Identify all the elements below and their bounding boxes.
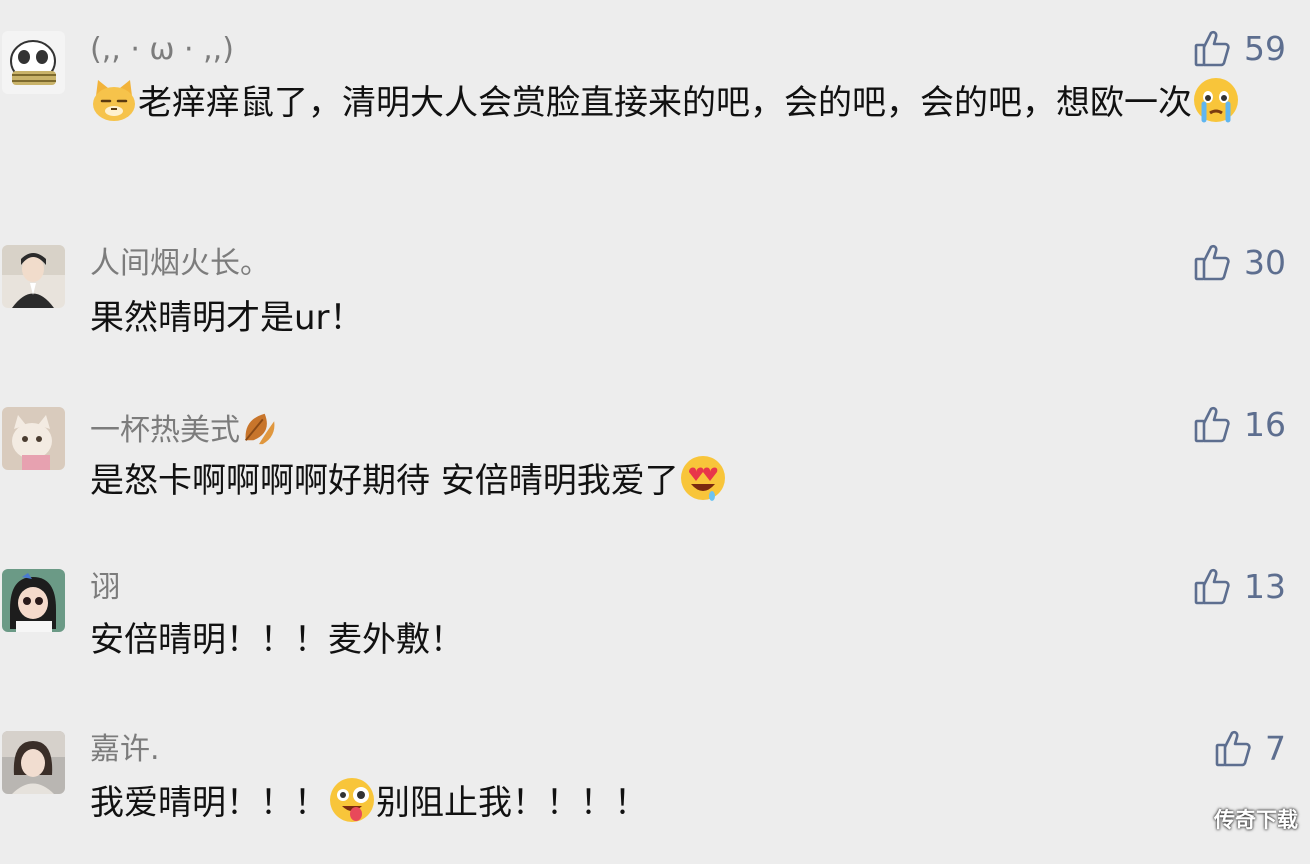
- thumbs-up-icon: [1194, 406, 1230, 443]
- thumbs-up-icon: [1194, 30, 1230, 67]
- zany-face-emoji: [328, 776, 376, 824]
- comment-text: 安倍晴明！！！麦外敷！: [90, 620, 464, 660]
- avatar[interactable]: [2, 569, 65, 632]
- like-button[interactable]: 16: [1194, 404, 1286, 444]
- avatar[interactable]: [2, 245, 65, 308]
- comment-text: 果然晴明才是ur！: [90, 298, 364, 338]
- comment-text: 是怒卡啊啊啊啊好期待 安倍晴明我爱了: [90, 454, 1270, 507]
- like-count: 59: [1244, 28, 1286, 68]
- username[interactable]: 一杯热美式: [90, 408, 278, 449]
- comment-text-content: 是怒卡啊啊啊啊好期待 安倍晴明我爱了: [90, 461, 679, 501]
- thumbs-up-icon: [1215, 730, 1251, 767]
- like-button[interactable]: 13: [1194, 566, 1286, 606]
- username[interactable]: 嘉许.: [90, 732, 160, 768]
- like-button[interactable]: 30: [1194, 242, 1286, 282]
- username-text: 一杯热美式: [90, 413, 240, 448]
- cat-face-emoji: [90, 76, 138, 124]
- avatar[interactable]: [2, 731, 65, 794]
- like-button[interactable]: 59: [1194, 28, 1286, 68]
- comment-text-content: 老痒痒鼠了，清明大人会赏脸直接来的吧，会的吧，会的吧，想欧一次: [138, 83, 1192, 123]
- comment-text-content: 我爱晴明！！！: [90, 783, 328, 823]
- comment-text: 我爱晴明！！！ 别阻止我！！！！: [90, 776, 1270, 829]
- avatar[interactable]: [2, 31, 65, 94]
- username[interactable]: 人间烟火长。: [90, 246, 270, 282]
- like-count: 30: [1244, 242, 1286, 282]
- heart-eyes-emoji: [679, 454, 727, 502]
- username[interactable]: 诩: [90, 570, 120, 606]
- comment-text: 老痒痒鼠了，清明大人会赏脸直接来的吧，会的吧，会的吧，想欧一次: [90, 76, 1270, 129]
- fallen-leaf-emoji: [240, 408, 278, 446]
- avatar[interactable]: [2, 407, 65, 470]
- like-count: 13: [1244, 566, 1286, 606]
- comment-text-content: 别阻止我！！！！: [376, 783, 648, 823]
- thumbs-up-icon: [1194, 244, 1230, 281]
- like-count: 7: [1265, 728, 1286, 768]
- watermark: 传奇下载: [1214, 808, 1298, 832]
- username[interactable]: (,, · ω · ,,): [90, 32, 234, 68]
- like-button[interactable]: 7: [1215, 728, 1286, 768]
- crying-face-emoji: [1192, 76, 1240, 124]
- thumbs-up-icon: [1194, 568, 1230, 605]
- like-count: 16: [1244, 404, 1286, 444]
